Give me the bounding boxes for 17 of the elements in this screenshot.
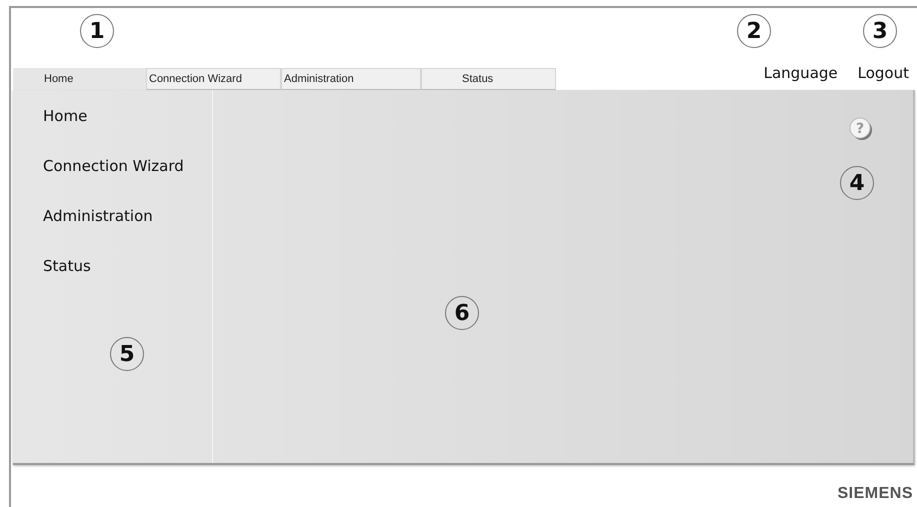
callout-number: 4 (840, 166, 874, 200)
sidebar-item[interactable]: Home (43, 106, 212, 126)
header-link[interactable]: Language (764, 64, 838, 82)
callout-number: 5 (110, 337, 144, 371)
callout-number: 3 (863, 14, 897, 48)
siemens-logo: SIEMENS (837, 485, 913, 503)
tab[interactable]: Home (13, 68, 146, 90)
callout-number: 6 (445, 296, 479, 330)
tab[interactable]: Connection Wizard (146, 68, 281, 90)
sidebar-item[interactable]: Administration (43, 206, 212, 226)
tab[interactable]: Administration (281, 68, 421, 90)
sidebar-item[interactable]: Connection Wizard (43, 156, 212, 176)
callout-number: 1 (80, 14, 114, 48)
sidebar-item[interactable]: Status (43, 256, 212, 276)
header-link[interactable]: Logout (858, 64, 909, 82)
tab[interactable]: Status (421, 68, 556, 90)
callout-number: 2 (737, 14, 771, 48)
